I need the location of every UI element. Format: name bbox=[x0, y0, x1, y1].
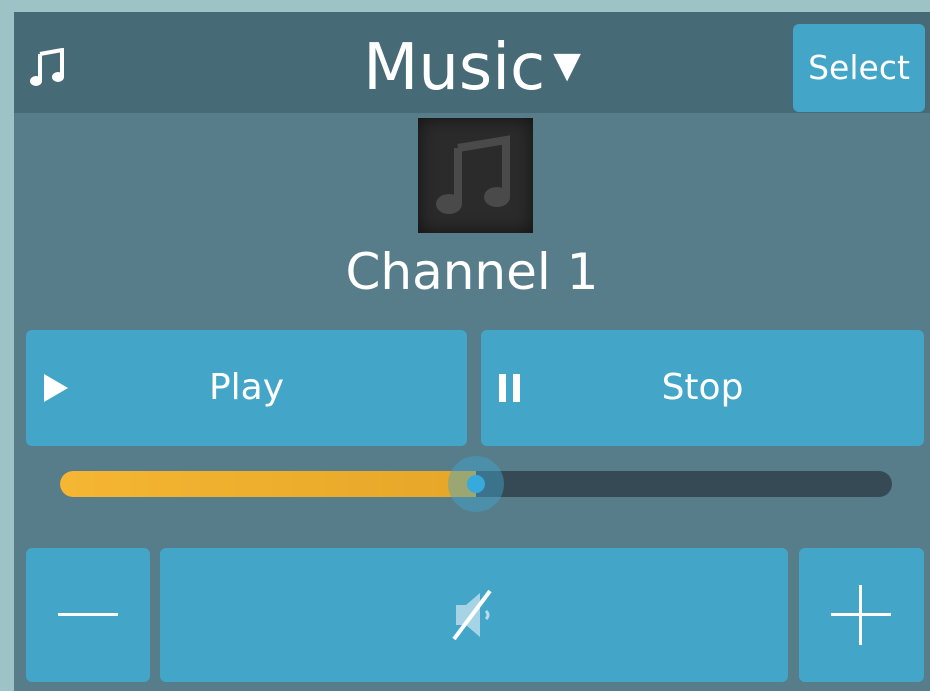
stop-button[interactable]: Stop bbox=[481, 330, 924, 446]
play-label: Play bbox=[208, 367, 285, 408]
select-button[interactable]: Select bbox=[793, 24, 925, 112]
volume-up-button[interactable] bbox=[799, 548, 924, 682]
progress-slider[interactable] bbox=[60, 456, 892, 512]
minus-icon bbox=[58, 613, 118, 616]
page-title: Music bbox=[363, 31, 546, 105]
pause-icon bbox=[499, 374, 520, 402]
progress-thumb-dot bbox=[467, 475, 485, 493]
album-art bbox=[418, 118, 533, 233]
header-bar: Music ▼ Select bbox=[14, 12, 930, 113]
stop-label: Stop bbox=[661, 367, 744, 408]
speaker-muted-icon bbox=[452, 589, 492, 641]
play-button[interactable]: Play bbox=[26, 330, 467, 446]
plus-icon bbox=[831, 585, 891, 645]
volume-down-button[interactable] bbox=[26, 548, 150, 682]
progress-fill bbox=[60, 471, 476, 497]
progress-thumb[interactable] bbox=[448, 456, 504, 512]
mute-button[interactable] bbox=[160, 548, 788, 682]
channel-name: Channel 1 bbox=[345, 243, 599, 301]
music-panel: Music ▼ Select Channel 1 Play Stop bbox=[14, 12, 930, 691]
dropdown-caret-icon: ▼ bbox=[553, 45, 581, 86]
play-icon bbox=[44, 374, 68, 402]
music-note-icon bbox=[436, 135, 510, 214]
